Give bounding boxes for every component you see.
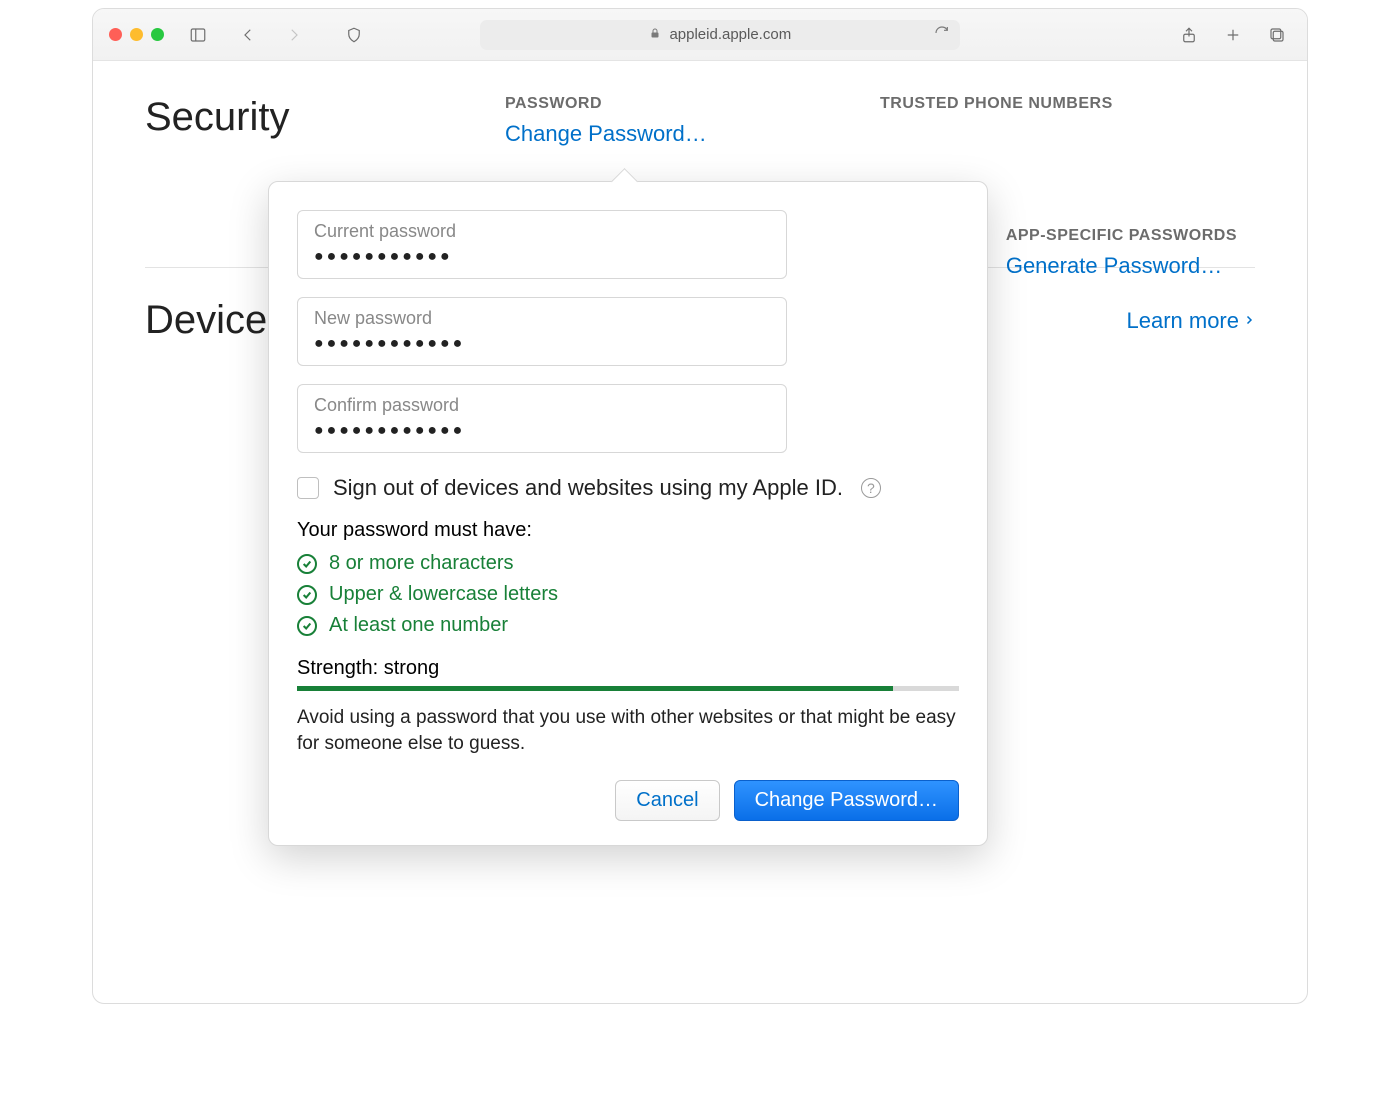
minimize-window-button[interactable]	[130, 28, 143, 41]
trusted-numbers-heading: TRUSTED PHONE NUMBERS	[880, 95, 1255, 113]
password-advice: Avoid using a password that you use with…	[297, 705, 959, 756]
requirement-item: Upper & lowercase letters	[297, 583, 959, 606]
confirm-password-field[interactable]: Confirm password ●●●●●●●●●●●●	[297, 384, 787, 453]
new-tab-icon[interactable]	[1219, 21, 1247, 49]
new-password-label: New password	[314, 308, 770, 329]
lock-icon	[649, 26, 661, 44]
tabs-overview-icon[interactable]	[1263, 21, 1291, 49]
sign-out-checkbox[interactable]	[297, 477, 319, 499]
new-password-value: ●●●●●●●●●●●●	[314, 335, 770, 353]
learn-more-label: Learn more	[1126, 308, 1239, 334]
current-password-value: ●●●●●●●●●●●	[314, 248, 770, 266]
app-specific-column: APP-SPECIFIC PASSWORDS Generate Password…	[1006, 227, 1237, 279]
requirement-item: At least one number	[297, 614, 959, 637]
sign-out-label: Sign out of devices and websites using m…	[333, 475, 843, 501]
sidebar-icon[interactable]	[184, 21, 212, 49]
requirement-text: 8 or more characters	[329, 552, 514, 575]
toolbar-right	[1175, 21, 1291, 49]
address-bar[interactable]: appleid.apple.com	[480, 20, 960, 50]
zoom-window-button[interactable]	[151, 28, 164, 41]
learn-more-link[interactable]: Learn more	[1126, 308, 1255, 334]
privacy-shield-icon[interactable]	[340, 21, 368, 49]
cancel-button[interactable]: Cancel	[615, 780, 719, 821]
password-heading: PASSWORD	[505, 95, 880, 113]
current-password-field[interactable]: Current password ●●●●●●●●●●●	[297, 210, 787, 279]
safari-window: appleid.apple.com Security PASSWORD Chan…	[92, 8, 1308, 1004]
change-password-link[interactable]: Change Password…	[505, 121, 880, 147]
current-password-label: Current password	[314, 221, 770, 242]
chevron-right-icon	[1243, 308, 1255, 334]
requirement-item: 8 or more characters	[297, 552, 959, 575]
new-password-field[interactable]: New password ●●●●●●●●●●●●	[297, 297, 787, 366]
strength-fill	[297, 686, 893, 691]
button-row: Cancel Change Password…	[297, 780, 959, 821]
requirement-text: Upper & lowercase letters	[329, 583, 558, 606]
window-controls	[109, 28, 164, 41]
confirm-password-label: Confirm password	[314, 395, 770, 416]
generate-password-link[interactable]: Generate Password…	[1006, 253, 1237, 279]
share-icon[interactable]	[1175, 21, 1203, 49]
check-icon	[297, 616, 317, 636]
requirement-text: At least one number	[329, 614, 508, 637]
url-text: appleid.apple.com	[669, 26, 791, 43]
check-icon	[297, 554, 317, 574]
confirm-password-value: ●●●●●●●●●●●●	[314, 422, 770, 440]
section-title-security: Security	[145, 95, 505, 147]
change-password-button[interactable]: Change Password…	[734, 780, 959, 821]
check-icon	[297, 585, 317, 605]
toolbar-left	[184, 21, 368, 49]
help-icon[interactable]: ?	[861, 478, 881, 498]
app-specific-heading: APP-SPECIFIC PASSWORDS	[1006, 227, 1237, 245]
close-window-button[interactable]	[109, 28, 122, 41]
strength-label: Strength: strong	[297, 657, 959, 680]
requirements-list: 8 or more characters Upper & lowercase l…	[297, 552, 959, 637]
back-icon[interactable]	[234, 21, 262, 49]
sign-out-row: Sign out of devices and websites using m…	[297, 475, 959, 501]
reload-icon[interactable]	[934, 25, 950, 45]
requirements-heading: Your password must have:	[297, 519, 959, 542]
password-column: PASSWORD Change Password…	[505, 95, 880, 147]
forward-icon[interactable]	[280, 21, 308, 49]
browser-toolbar: appleid.apple.com	[93, 9, 1307, 61]
change-password-popover: Current password ●●●●●●●●●●● New passwor…	[268, 181, 988, 846]
strength-meter	[297, 686, 959, 691]
trusted-column: TRUSTED PHONE NUMBERS	[880, 95, 1255, 147]
